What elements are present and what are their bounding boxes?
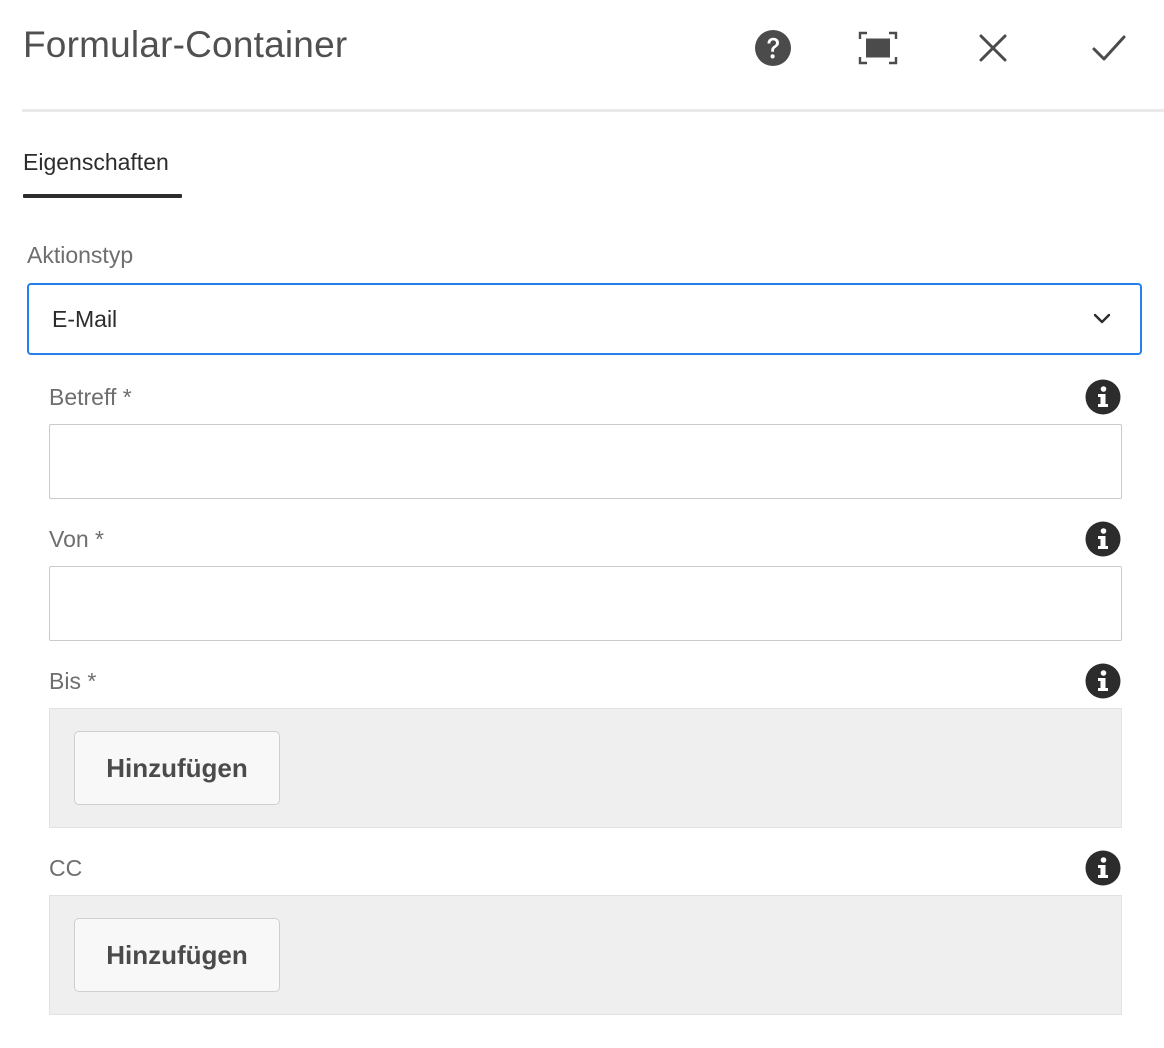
to-multifield: Hinzufügen (49, 708, 1122, 828)
to-label: Bis * (49, 668, 97, 694)
fullscreen-button[interactable] (856, 26, 900, 70)
help-icon (755, 30, 791, 66)
subject-label: Betreff * (49, 384, 132, 410)
action-type-label: Aktionstyp (27, 242, 134, 268)
subject-input[interactable] (49, 424, 1122, 499)
action-type-select[interactable]: E-Mail (27, 283, 1142, 355)
checkmark-icon (1092, 35, 1126, 61)
cc-add-button[interactable]: Hinzufügen (74, 918, 280, 992)
to-add-button[interactable]: Hinzufügen (74, 731, 280, 805)
tab-eigenschaften[interactable]: Eigenschaften (23, 146, 182, 198)
fullscreen-icon (858, 31, 898, 65)
from-label: Von * (49, 526, 104, 552)
header-divider (22, 109, 1164, 112)
cc-info-icon[interactable] (1085, 850, 1121, 886)
close-button[interactable] (971, 26, 1015, 70)
from-input[interactable] (49, 566, 1122, 641)
cc-multifield: Hinzufügen (49, 895, 1122, 1015)
tab-label: Eigenschaften (23, 149, 169, 175)
done-button[interactable] (1087, 26, 1131, 70)
chevron-down-icon (1093, 313, 1111, 324)
tab-selected-indicator (23, 194, 182, 198)
close-icon (979, 34, 1007, 62)
to-info-icon[interactable] (1085, 663, 1121, 699)
cc-label: CC (49, 855, 83, 881)
dialog-title: Formular-Container (23, 24, 348, 65)
from-info-icon[interactable] (1085, 521, 1121, 557)
subject-info-icon[interactable] (1085, 379, 1121, 415)
dialog-header: Formular-Container (0, 0, 1164, 110)
action-type-value: E-Mail (52, 305, 118, 332)
help-button[interactable] (751, 26, 795, 70)
